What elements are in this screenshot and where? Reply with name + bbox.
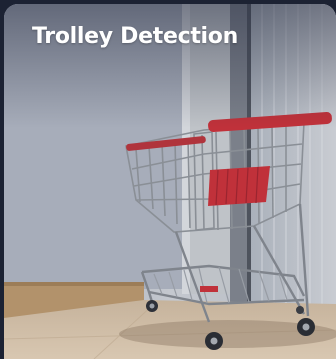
trolley-detection-card[interactable]: Trolley Detection [4,4,336,359]
shopping-trolley-photo [4,4,336,359]
card-title: Trolley Detection [32,24,238,49]
